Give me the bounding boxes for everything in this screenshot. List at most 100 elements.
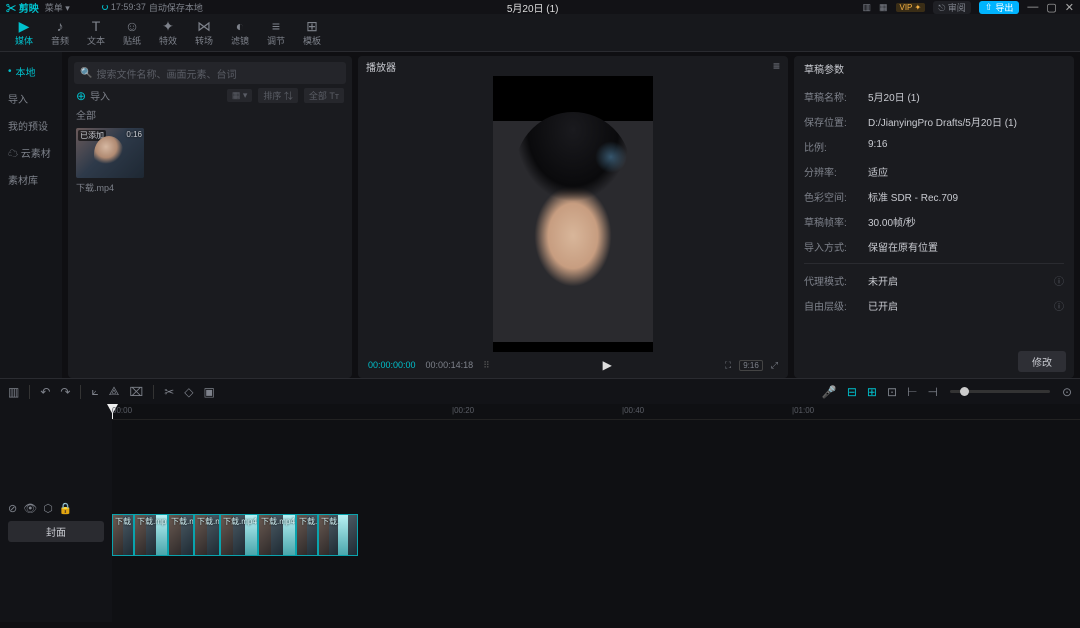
- preview-menu-icon[interactable]: ≡: [773, 59, 780, 73]
- sidebar-item-本地[interactable]: 本地: [0, 58, 62, 85]
- fullscreen-icon[interactable]: ⤢: [771, 360, 778, 371]
- media-sidebar: 本地导入我的预设☁ 云素材素材库: [0, 52, 62, 378]
- clip-name: 下载.mp4: [76, 181, 144, 194]
- minimize-icon[interactable]: —: [1027, 1, 1038, 13]
- sidebar-item-我的预设[interactable]: 我的预设: [0, 112, 62, 139]
- zoom-slider[interactable]: [950, 390, 1050, 393]
- layout2-icon[interactable]: ▦: [879, 2, 888, 13]
- tool-right-icon-4[interactable]: ⊢: [907, 385, 917, 399]
- tool-icon-0[interactable]: ▥: [8, 385, 19, 399]
- aspect-ratio[interactable]: 9:16: [739, 360, 763, 371]
- inspector-row: 自由层级:已开启ⓘ: [804, 293, 1064, 318]
- media-clip[interactable]: 已添加 0:16 下载.mp4: [76, 128, 144, 194]
- import-button[interactable]: ⊕ 导入: [76, 88, 110, 103]
- tab-模板[interactable]: ⊞模板: [294, 14, 330, 51]
- inspector-row: 分辨率:适应: [804, 159, 1064, 184]
- sort-toggle[interactable]: 排序 ⇅: [258, 88, 298, 103]
- zoom-fit-icon[interactable]: ⊙: [1062, 385, 1072, 399]
- tool-right-icon-0[interactable]: 🎤: [822, 385, 837, 399]
- clip-duration: 0:16: [126, 130, 142, 139]
- track-control-icon-3[interactable]: 🔒: [59, 502, 73, 515]
- timeline-clip[interactable]: 下载.n: [168, 514, 194, 556]
- search-input[interactable]: 🔍 搜索文件名称、画面元素、台词: [74, 62, 346, 84]
- close-icon[interactable]: ✕: [1065, 1, 1074, 14]
- added-badge: 已添加: [78, 130, 106, 141]
- project-title: 5月20日 (1): [203, 0, 863, 15]
- inspector-title: 草稿参数: [794, 56, 1074, 80]
- tool-icon-3[interactable]: ↷: [60, 385, 70, 399]
- tab-转场[interactable]: ⋈转场: [186, 14, 222, 51]
- tc-extra-icon[interactable]: ⠿: [483, 360, 490, 371]
- tab-滤镜[interactable]: ◐滤镜: [222, 14, 258, 51]
- export-button[interactable]: ⇧ 导出: [979, 1, 1020, 14]
- sidebar-item-导入[interactable]: 导入: [0, 85, 62, 112]
- inspector-panel: 草稿参数 草稿名称:5月20日 (1)保存位置:D:/JianyingPro D…: [794, 56, 1074, 378]
- timeline: ⊘👁⬡🔒 封面 00:00|00:20|00:40|01:00 下载下载.mp下…: [0, 404, 1080, 622]
- inspector-row: 保存位置:D:/JianyingPro Drafts/5月20日 (1): [804, 109, 1064, 134]
- vip-badge[interactable]: VIP ✦: [896, 3, 926, 12]
- timeline-clip[interactable]: 下载.mp: [134, 514, 168, 556]
- tool-icon-10[interactable]: ◇: [184, 385, 193, 399]
- tab-贴纸[interactable]: ☺贴纸: [114, 14, 150, 51]
- top-tabstrip: ▶媒体♪音频T文本☺贴纸✦特效⋈转场◐滤镜≡调节⊞模板: [0, 14, 1080, 52]
- preview-title: 播放器: [366, 59, 396, 74]
- ruler-tick: |00:40: [622, 406, 644, 415]
- play-button[interactable]: ▶: [603, 358, 612, 372]
- video-track[interactable]: 下载下载.mp下载.n下载.n下载.mp4下载.mp4下载.下载.: [112, 514, 1080, 556]
- timeline-clip[interactable]: 下载.: [318, 514, 358, 556]
- tool-icon-11[interactable]: ▣: [204, 385, 215, 399]
- compare-icon[interactable]: ⛶: [725, 360, 731, 371]
- ruler-tick: |00:20: [452, 406, 474, 415]
- cover-button[interactable]: 封面: [8, 521, 104, 542]
- timeline-clip[interactable]: 下载.mp4: [220, 514, 258, 556]
- ruler-tick: |01:00: [792, 406, 814, 415]
- autosave-spinner-icon: [102, 4, 108, 10]
- app-logo: ✂ 剪映: [6, 0, 39, 15]
- tool-icon-6[interactable]: ⟁: [109, 384, 120, 399]
- tool-icon-2[interactable]: ↶: [40, 385, 50, 399]
- preview-panel: 播放器 ≡ 00:00:00:00 00:00:14:18 ⠿ ▶ ⛶ 9:16…: [358, 56, 788, 378]
- tool-right-icon-2[interactable]: ⊞: [867, 385, 877, 399]
- tab-文本[interactable]: T文本: [78, 14, 114, 51]
- tool-icon-5[interactable]: ⟀: [91, 384, 98, 399]
- menu-dropdown[interactable]: 菜单 ▾: [45, 1, 70, 14]
- media-category[interactable]: 全部: [68, 107, 352, 126]
- timecode-duration: 00:00:14:18: [426, 360, 474, 370]
- filter-all[interactable]: 全部 Tт: [304, 88, 344, 103]
- sidebar-item-云素材[interactable]: ☁ 云素材: [0, 139, 62, 166]
- sidebar-item-素材库[interactable]: 素材库: [0, 166, 62, 193]
- maximize-icon[interactable]: ▢: [1046, 1, 1056, 14]
- timeline-toolbar: ▥ ↶ ↷ ⟀ ⟁ ⌧ ✂ ◇ ▣ 🎤 ⊟ ⊞ ⊡ ⊢ ⊣ ⊙: [0, 378, 1080, 404]
- tool-right-icon-3[interactable]: ⊡: [887, 385, 897, 399]
- ruler-tick: 00:00: [112, 406, 132, 415]
- inspector-row: 色彩空间:标准 SDR - Rec.709: [804, 184, 1064, 209]
- tab-特效[interactable]: ✦特效: [150, 14, 186, 51]
- tool-right-icon-1[interactable]: ⊟: [847, 385, 857, 399]
- video-preview[interactable]: [493, 76, 653, 352]
- grid-view-toggle[interactable]: ▦ ▾: [227, 89, 253, 102]
- tab-媒体[interactable]: ▶媒体: [6, 14, 42, 51]
- tool-icon-9[interactable]: ✂: [164, 385, 174, 399]
- plus-icon: ⊕: [76, 89, 86, 103]
- timeline-clip[interactable]: 下载: [112, 514, 134, 556]
- track-control-icon-1[interactable]: 👁: [23, 502, 37, 515]
- inspector-row: 代理模式:未开启ⓘ: [804, 268, 1064, 293]
- track-control-icon-2[interactable]: ⬡: [43, 502, 53, 515]
- review-button[interactable]: ⎋ 审阅: [933, 1, 971, 14]
- tool-right-icon-5[interactable]: ⊣: [927, 385, 937, 399]
- autosave-indicator: 17:59:37 自动保存本地: [102, 1, 203, 14]
- inspector-row: 草稿名称:5月20日 (1): [804, 84, 1064, 109]
- tab-调节[interactable]: ≡调节: [258, 14, 294, 51]
- tab-音频[interactable]: ♪音频: [42, 14, 78, 51]
- timeline-clip[interactable]: 下载.: [296, 514, 318, 556]
- timeline-clip[interactable]: 下载.mp4: [258, 514, 296, 556]
- timeline-clip[interactable]: 下载.n: [194, 514, 220, 556]
- titlebar: ✂ 剪映 菜单 ▾ 17:59:37 自动保存本地 5月20日 (1) ▥ ▦ …: [0, 0, 1080, 14]
- timecode-current: 00:00:00:00: [368, 360, 416, 370]
- tool-icon-7[interactable]: ⌧: [129, 385, 143, 399]
- inspector-row: 导入方式:保留在原有位置: [804, 234, 1064, 259]
- track-control-icon-0[interactable]: ⊘: [8, 502, 17, 515]
- layout-icon[interactable]: ▥: [862, 2, 871, 13]
- modify-button[interactable]: 修改: [1018, 351, 1066, 372]
- time-ruler[interactable]: 00:00 |00:20 |00:40 |01:00: [112, 404, 1080, 420]
